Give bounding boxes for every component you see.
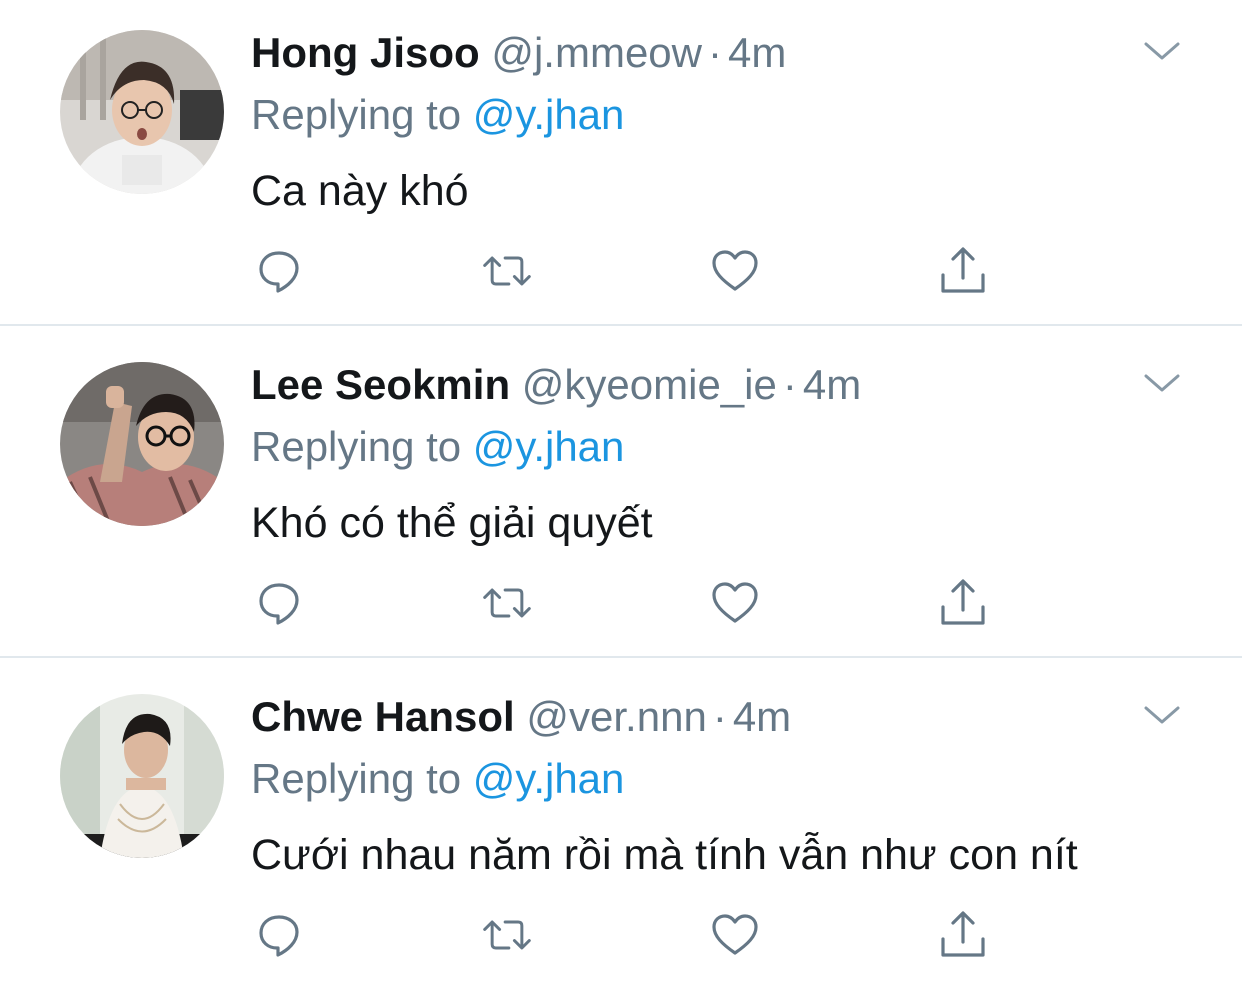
share-icon bbox=[941, 579, 985, 625]
share-button[interactable] bbox=[937, 577, 989, 629]
replying-to-link[interactable]: @y.jhan bbox=[473, 755, 625, 802]
retweet-button[interactable] bbox=[481, 909, 533, 961]
avatar-photo bbox=[60, 30, 224, 194]
tweet-actions bbox=[0, 245, 1242, 301]
avatar[interactable] bbox=[60, 362, 224, 526]
tweet-actions bbox=[0, 909, 1242, 965]
tweet-header: Chwe Hansol @ver.nnn · 4m bbox=[251, 692, 791, 742]
chevron-down-icon[interactable] bbox=[1142, 368, 1182, 398]
reply-button[interactable] bbox=[253, 909, 305, 961]
avatar-photo bbox=[60, 694, 224, 858]
like-button[interactable] bbox=[709, 909, 761, 961]
replying-to-label: Replying to bbox=[251, 755, 462, 802]
tweet[interactable]: Hong Jisoo @j.mmeow · 4m Replying to @y.jh… bbox=[0, 0, 1242, 332]
timestamp[interactable]: 4m bbox=[803, 361, 861, 408]
tweet-header: Hong Jisoo @j.mmeow · 4m bbox=[251, 28, 786, 78]
share-icon bbox=[941, 911, 985, 957]
replying-to-label: Replying to bbox=[251, 91, 462, 138]
divider bbox=[0, 324, 1242, 326]
share-icon bbox=[941, 247, 985, 293]
retweet-icon bbox=[483, 920, 531, 950]
like-button[interactable] bbox=[709, 577, 761, 629]
tweet-text: Ca này khó bbox=[251, 167, 469, 215]
reply-icon bbox=[259, 915, 299, 957]
chevron-down-icon[interactable] bbox=[1142, 36, 1182, 66]
tweet-actions bbox=[0, 577, 1242, 633]
avatar-photo bbox=[60, 362, 224, 526]
replying-to-label: Replying to bbox=[251, 423, 462, 470]
display-name[interactable]: Hong Jisoo bbox=[251, 29, 480, 76]
avatar[interactable] bbox=[60, 30, 224, 194]
replying-to-line: Replying to @y.jhan bbox=[251, 422, 624, 472]
timestamp[interactable]: 4m bbox=[728, 29, 786, 76]
share-button[interactable] bbox=[937, 909, 989, 961]
separator-dot: · bbox=[712, 693, 727, 740]
retweet-icon bbox=[483, 588, 531, 618]
display-name[interactable]: Lee Seokmin bbox=[251, 361, 510, 408]
reply-icon bbox=[259, 251, 299, 293]
retweet-icon bbox=[483, 256, 531, 286]
separator-dot: · bbox=[782, 361, 797, 408]
like-icon bbox=[712, 582, 758, 623]
user-handle[interactable]: @ver.nnn bbox=[526, 693, 706, 740]
replying-to-line: Replying to @y.jhan bbox=[251, 90, 624, 140]
reply-icon bbox=[259, 583, 299, 625]
timestamp[interactable]: 4m bbox=[733, 693, 791, 740]
like-icon bbox=[712, 250, 758, 291]
divider bbox=[0, 656, 1242, 658]
reply-button[interactable] bbox=[253, 245, 305, 297]
tweet[interactable]: Lee Seokmin @kyeomie_ie · 4m Replying to @… bbox=[0, 332, 1242, 664]
chevron-down-icon[interactable] bbox=[1142, 700, 1182, 730]
user-handle[interactable]: @kyeomie_ie bbox=[522, 361, 777, 408]
like-button[interactable] bbox=[709, 245, 761, 297]
tweet-header: Lee Seokmin @kyeomie_ie · 4m bbox=[251, 360, 861, 410]
replying-to-line: Replying to @y.jhan bbox=[251, 754, 624, 804]
like-icon bbox=[712, 914, 758, 955]
share-button[interactable] bbox=[937, 245, 989, 297]
tweet[interactable]: Chwe Hansol @ver.nnn · 4m Replying to @y.j… bbox=[0, 664, 1242, 996]
avatar[interactable] bbox=[60, 694, 224, 858]
tweet-text: Cưới nhau năm rồi mà tính vẫn như con ní… bbox=[251, 831, 1078, 879]
retweet-button[interactable] bbox=[481, 245, 533, 297]
display-name[interactable]: Chwe Hansol bbox=[251, 693, 515, 740]
user-handle[interactable]: @j.mmeow bbox=[491, 29, 702, 76]
reply-button[interactable] bbox=[253, 577, 305, 629]
retweet-button[interactable] bbox=[481, 577, 533, 629]
replying-to-link[interactable]: @y.jhan bbox=[473, 91, 625, 138]
tweet-text: Khó có thể giải quyết bbox=[251, 499, 653, 547]
separator-dot: · bbox=[708, 29, 722, 76]
replying-to-link[interactable]: @y.jhan bbox=[473, 423, 625, 470]
